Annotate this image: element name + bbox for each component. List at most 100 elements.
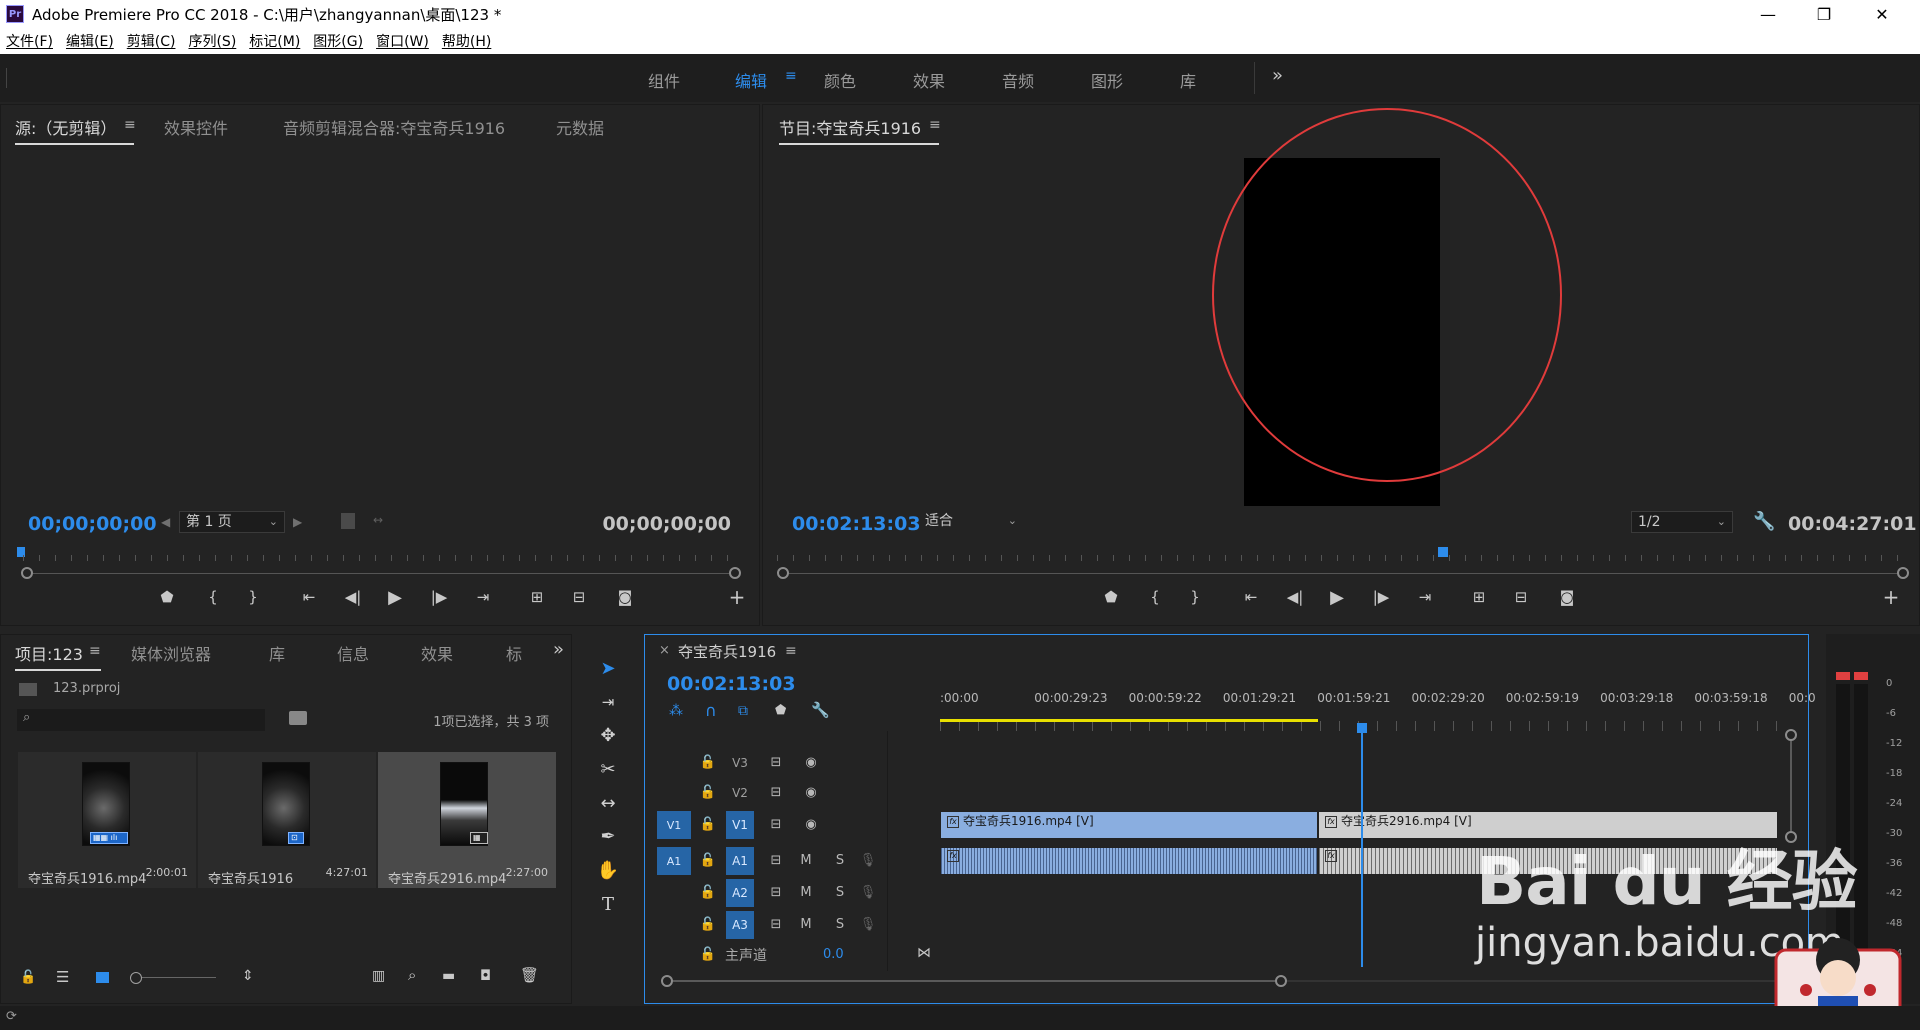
track-label-a1[interactable]: A1 <box>726 847 754 875</box>
go-to-out-icon[interactable]: ⇥ <box>1411 585 1439 609</box>
program-zoom-select[interactable]: 适合 ⌄ <box>919 511 1023 533</box>
timeline-settings-wrench-icon[interactable]: 🔧 <box>811 701 830 719</box>
menu-graphics[interactable]: 图形(G) <box>313 31 363 51</box>
microphone-icon[interactable]: 🎙 <box>859 885 877 900</box>
minimize-button[interactable]: — <box>1740 0 1796 28</box>
program-zoom-bar[interactable] <box>785 573 1905 574</box>
add-marker-icon[interactable]: ⬟ <box>153 585 181 609</box>
ripple-edit-tool-icon[interactable]: ✥ <box>596 723 620 747</box>
track-lock-icon[interactable]: 🔓 <box>699 917 717 932</box>
sync-lock-icon[interactable]: ⊟ <box>767 817 785 832</box>
source-patch-v1[interactable]: V1 <box>657 811 691 839</box>
track-label-v1[interactable]: V1 <box>726 811 754 839</box>
track-label-v2[interactable]: V2 <box>726 779 754 807</box>
source-zoom-handle-right[interactable] <box>729 567 741 579</box>
add-marker-icon[interactable]: ⬟ <box>775 703 786 718</box>
source-page-select[interactable]: 第 1 页 ⌄ <box>179 511 285 533</box>
overwrite-icon[interactable]: ⊟ <box>565 585 593 609</box>
program-timecode[interactable]: 00:02:13:03 <box>792 513 921 535</box>
tab-info[interactable]: 信息 <box>337 641 369 665</box>
list-view-icon[interactable]: ☰ <box>56 968 69 986</box>
close-button[interactable]: ✕ <box>1854 0 1910 28</box>
solo-button[interactable]: S <box>831 917 849 932</box>
go-to-out-icon[interactable]: ⇥ <box>469 585 497 609</box>
horizontal-scrollbar[interactable] <box>673 980 1275 982</box>
mark-out-icon[interactable]: } <box>1181 585 1209 609</box>
button-editor-icon[interactable]: + <box>1877 585 1905 609</box>
sync-lock-icon[interactable]: ⊟ <box>767 755 785 770</box>
solo-button[interactable]: S <box>831 885 849 900</box>
zoom-slider-track[interactable] <box>142 977 216 978</box>
play-icon[interactable]: ▶ <box>1323 585 1351 609</box>
track-lock-icon[interactable]: 🔓 <box>699 817 717 832</box>
master-volume-value[interactable]: 0.0 <box>823 947 844 962</box>
program-panel-menu-icon[interactable]: ≡ <box>929 117 941 133</box>
track-lock-icon[interactable]: 🔓 <box>699 785 717 800</box>
sync-lock-icon[interactable]: ⊟ <box>767 785 785 800</box>
snap-magnet-icon[interactable]: ∩ <box>705 701 717 720</box>
project-search-input[interactable] <box>41 711 259 729</box>
step-back-icon[interactable]: ◀| <box>1281 585 1309 609</box>
insert-icon[interactable]: ⊞ <box>523 585 551 609</box>
program-title[interactable]: 节目:夺宝奇兵1916 <box>779 115 940 145</box>
track-label-a2[interactable]: A2 <box>726 879 754 907</box>
step-forward-icon[interactable]: |▶ <box>1367 585 1395 609</box>
button-editor-icon[interactable]: + <box>723 585 751 609</box>
drag-audio-icon[interactable]: ↔ <box>373 513 383 527</box>
bowtie-icon[interactable]: ⋈ <box>917 945 931 961</box>
new-item-icon[interactable]: ◘ <box>480 968 491 984</box>
mark-in-icon[interactable]: { <box>199 585 227 609</box>
menu-help[interactable]: 帮助(H) <box>442 31 491 51</box>
automate-to-sequence-icon[interactable]: ▥ <box>372 968 385 984</box>
trash-icon[interactable]: 🗑 <box>520 966 539 984</box>
timeline-menu-icon[interactable]: ≡ <box>785 643 797 659</box>
sort-icon[interactable]: ⇕ <box>242 968 254 984</box>
go-to-in-icon[interactable]: ⇤ <box>295 585 323 609</box>
tab-media-browser[interactable]: 媒体浏览器 <box>131 641 211 665</box>
project-item-card[interactable]: ▦▦ ılı 夺宝奇兵1916.mp4 2:00:01 <box>18 752 196 888</box>
restore-button[interactable]: ❐ <box>1796 0 1852 28</box>
menu-window[interactable]: 窗口(W) <box>376 31 429 51</box>
selection-tool-icon[interactable]: ➤ <box>596 656 620 680</box>
track-label-v3[interactable]: V3 <box>726 749 754 777</box>
program-resolution-select[interactable]: 1/2 ⌄ <box>1631 511 1733 533</box>
program-time-ruler[interactable] <box>777 549 1905 561</box>
timeline-timecode[interactable]: 00:02:13:03 <box>667 673 796 695</box>
menu-sequence[interactable]: 序列(S) <box>188 31 236 51</box>
timeline-playhead-line[interactable] <box>1361 731 1363 967</box>
solo-button[interactable]: S <box>831 853 849 868</box>
workspace-overflow-icon[interactable]: » <box>1272 65 1283 86</box>
workspace-tab-effects[interactable]: 效果 <box>913 68 945 92</box>
program-playhead[interactable] <box>1437 547 1448 557</box>
lift-icon[interactable]: ⊞ <box>1465 585 1493 609</box>
source-timecode-in[interactable]: 00;00;00;00 <box>28 513 157 535</box>
slip-tool-icon[interactable]: ↔ <box>596 791 620 815</box>
eye-icon[interactable]: ◉ <box>802 755 820 770</box>
extract-icon[interactable]: ⊟ <box>1507 585 1535 609</box>
sync-lock-icon[interactable]: ⊟ <box>767 853 785 868</box>
lock-write-icon[interactable]: 🔓 <box>20 970 36 985</box>
track-lock-icon[interactable]: 🔓 <box>699 755 717 770</box>
menu-clip[interactable]: 剪辑(C) <box>127 31 176 51</box>
icon-view-icon[interactable] <box>96 972 109 983</box>
eye-icon[interactable]: ◉ <box>802 817 820 832</box>
wrench-settings-icon[interactable]: 🔧 <box>1753 511 1775 532</box>
eye-icon[interactable]: ◉ <box>802 785 820 800</box>
track-select-tool-icon[interactable]: ⇥ <box>596 690 620 714</box>
project-item-card[interactable]: ⊡ 夺宝奇兵1916 4:27:01 <box>198 752 376 888</box>
workspace-tab-libraries[interactable]: 库 <box>1180 68 1196 92</box>
vertical-scrollbar[interactable] <box>1790 741 1792 831</box>
mark-in-icon[interactable]: { <box>1141 585 1169 609</box>
tab-audio-clip-mixer[interactable]: 音频剪辑混合器:夺宝奇兵1916 <box>283 115 505 139</box>
mark-out-icon[interactable]: } <box>239 585 267 609</box>
microphone-icon[interactable]: 🎙 <box>859 917 877 932</box>
tab-effect-controls[interactable]: 效果控件 <box>164 115 228 139</box>
workspace-tab-color[interactable]: 颜色 <box>824 68 856 92</box>
work-area-bar[interactable] <box>940 719 1318 722</box>
go-to-in-icon[interactable]: ⇤ <box>1237 585 1265 609</box>
workspace-tab-editing[interactable]: 编辑 <box>735 68 767 92</box>
export-frame-icon[interactable]: ◙ <box>611 585 639 609</box>
track-lock-icon[interactable]: 🔓 <box>699 947 717 962</box>
next-page-icon[interactable]: ▶ <box>293 515 302 529</box>
mute-button[interactable]: M <box>797 885 815 900</box>
